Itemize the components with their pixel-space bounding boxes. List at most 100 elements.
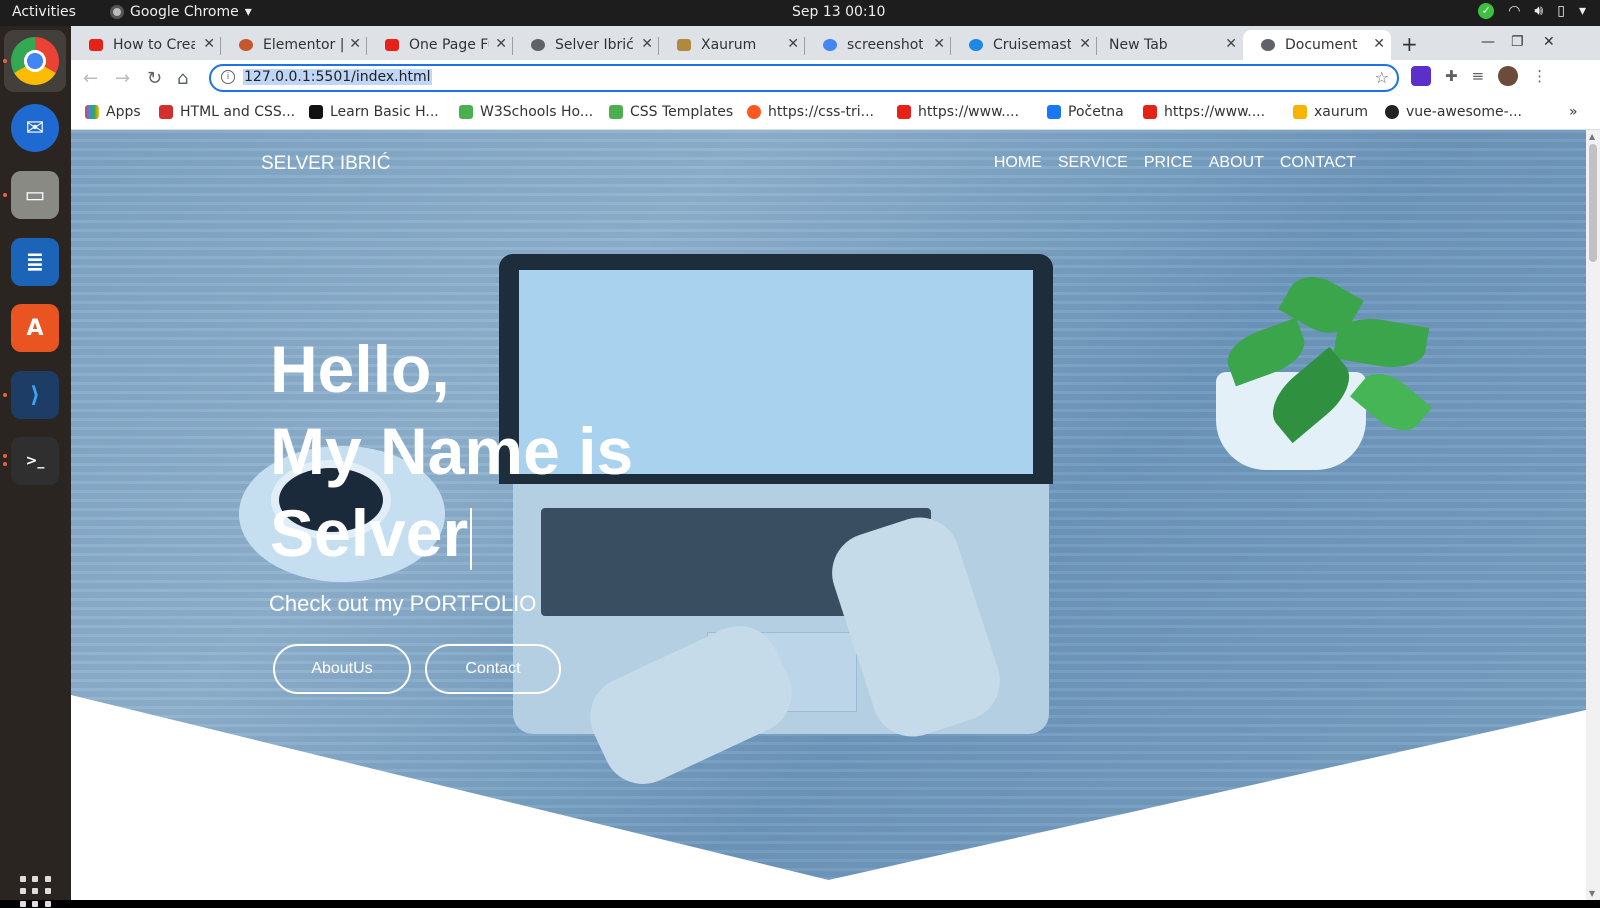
tab[interactable]: One Page Fu ✕ [367, 30, 513, 60]
scrollbar-thumb[interactable] [1589, 144, 1597, 262]
close-icon[interactable]: ✕ [933, 36, 945, 52]
terminal-icon[interactable]: >_ [11, 437, 59, 485]
site-logo[interactable]: SELVER IBRIĆ [261, 153, 391, 175]
back-icon[interactable]: ← [83, 68, 98, 89]
tab[interactable]: Elementor | I ✕ [221, 30, 367, 60]
nav-home[interactable]: HOME [994, 154, 1042, 172]
activities-button[interactable]: Activities [12, 4, 76, 20]
tab[interactable]: New Tab ✕ [1097, 30, 1243, 60]
reload-icon[interactable]: ↻ [147, 68, 162, 89]
bookmark-item[interactable]: https://css-tri... [747, 104, 874, 120]
typing-caret [470, 507, 473, 570]
tab[interactable]: Cruisemaste ✕ [951, 30, 1097, 60]
close-icon[interactable]: ✕ [203, 36, 215, 52]
avatar[interactable] [1498, 66, 1519, 86]
tab-strip: How to Crea ✕ Elementor | I ✕ One Page F… [71, 26, 1600, 60]
bookmark-item[interactable]: https://www.... [1143, 104, 1265, 120]
software-center-icon[interactable]: A [11, 304, 59, 352]
nav-price[interactable]: PRICE [1144, 154, 1193, 172]
show-apps-icon[interactable] [20, 876, 52, 908]
tab-title: Document [1285, 37, 1358, 53]
restore-icon[interactable]: ❐ [1511, 34, 1524, 50]
close-icon[interactable]: ✕ [349, 36, 361, 52]
web-page: SELVER IBRIĆ HOME SERVICE PRICE ABOUT CO… [71, 130, 1586, 900]
close-icon[interactable]: ✕ [787, 36, 799, 52]
bookmark-item[interactable]: HTML and CSS... [159, 104, 295, 120]
minimize-icon[interactable]: — [1481, 34, 1495, 50]
battery-icon[interactable]: ▯ [1557, 3, 1565, 19]
url-text[interactable]: 127.0.0.1:5501/index.html [243, 69, 432, 85]
elementor-icon [239, 39, 253, 51]
more-bookmarks-icon[interactable]: » [1569, 104, 1578, 120]
app-menu[interactable]: Google Chrome ▾ [110, 4, 252, 20]
contact-button[interactable]: Contact [425, 644, 561, 694]
new-tab-icon[interactable]: + [1401, 32, 1418, 56]
volume-icon[interactable]: 🔊︎ [1534, 3, 1543, 19]
about-us-button[interactable]: AboutUs [273, 644, 411, 694]
nav-service[interactable]: SERVICE [1058, 154, 1128, 172]
nav-contact[interactable]: CONTACT [1280, 154, 1356, 172]
tab-active[interactable]: Document ✕ [1243, 30, 1391, 60]
close-icon[interactable]: ✕ [1225, 36, 1237, 52]
close-window-icon[interactable]: ✕ [1543, 34, 1555, 50]
scroll-up-icon[interactable]: ▲ [1589, 132, 1595, 141]
tab-title: Selver Ibrić [555, 37, 634, 53]
chrome-icon[interactable] [11, 37, 59, 85]
tab[interactable]: How to Crea ✕ [71, 30, 221, 60]
chevron-down-icon[interactable]: ▾ [1579, 3, 1586, 19]
headline-line: Hello, [270, 332, 450, 406]
bookmark-item[interactable]: vue-awesome-... [1385, 104, 1522, 120]
media-icon[interactable]: ≡ [1472, 67, 1485, 85]
hero-headline: Hello, My Name is Selver [270, 328, 633, 574]
close-icon[interactable]: ✕ [641, 36, 653, 52]
site-info-icon[interactable]: i [221, 70, 235, 84]
tab[interactable]: screenshot ✕ [805, 30, 951, 60]
forward-icon[interactable]: → [115, 68, 130, 89]
bookmark-item[interactable]: Apps [85, 104, 141, 120]
xaurum-icon [677, 39, 691, 51]
running-indicator [3, 462, 7, 466]
youtube-icon [89, 39, 103, 51]
bookmark-item[interactable]: CSS Templates [609, 104, 733, 120]
tab[interactable]: Xaurum ✕ [659, 30, 805, 60]
tab[interactable]: Selver Ibrić ✕ [513, 30, 659, 60]
bookmark-star-icon[interactable]: ☆ [1375, 68, 1389, 87]
home-icon[interactable]: ⌂ [177, 68, 188, 89]
youtube-icon [385, 39, 399, 51]
hero-section: SELVER IBRIĆ HOME SERVICE PRICE ABOUT CO… [71, 130, 1586, 880]
bookmark-item[interactable]: W3Schools Ho... [459, 104, 593, 120]
close-icon[interactable]: ✕ [495, 36, 507, 52]
clock[interactable]: Sep 13 00:10 [792, 4, 885, 20]
running-indicator [3, 393, 7, 397]
apps-grid-icon [85, 105, 99, 119]
bookmark-item[interactable]: Početna [1047, 104, 1124, 120]
bookmark-item[interactable]: https://www.... [897, 104, 1019, 120]
plant-image [1186, 260, 1446, 460]
nav-about[interactable]: ABOUT [1209, 154, 1264, 172]
youtube-icon [1143, 105, 1157, 119]
headline-line: My Name is [270, 414, 634, 488]
bookmark-item[interactable]: xaurum [1293, 104, 1368, 120]
files-icon[interactable]: ▭ [11, 171, 59, 219]
bookmark-item[interactable]: Learn Basic H... [309, 104, 439, 120]
extension-icon[interactable] [1411, 66, 1431, 86]
tab-title: Elementor | I [263, 37, 343, 53]
page-scrollbar[interactable]: ▲ ▼ [1586, 130, 1600, 900]
menu-icon[interactable]: ⋮ [1532, 67, 1547, 85]
extensions-area: ✚ ≡ ⋮ [1411, 66, 1547, 86]
close-icon[interactable]: ✕ [1373, 36, 1385, 52]
system-tray[interactable]: ✓ ◠ 🔊︎ ▯ ▾ [1478, 3, 1586, 19]
wifi-icon[interactable]: ◠ [1508, 3, 1520, 19]
scroll-down-icon[interactable]: ▼ [1589, 889, 1595, 898]
running-indicator [3, 454, 7, 458]
puzzle-icon[interactable]: ✚ [1445, 67, 1458, 85]
tab-title: How to Crea [113, 37, 195, 53]
address-bar[interactable]: i 127.0.0.1:5501/index.html ☆ [209, 64, 1399, 92]
thunderbird-icon[interactable]: ✉ [11, 104, 59, 152]
update-check-icon[interactable]: ✓ [1478, 3, 1495, 19]
tab-title: One Page Fu [409, 37, 489, 53]
vscode-icon[interactable]: ⟩ [11, 371, 59, 419]
writer-icon[interactable]: ≣ [11, 238, 59, 286]
tab-title: Cruisemaste [993, 37, 1071, 53]
close-icon[interactable]: ✕ [1079, 36, 1091, 52]
